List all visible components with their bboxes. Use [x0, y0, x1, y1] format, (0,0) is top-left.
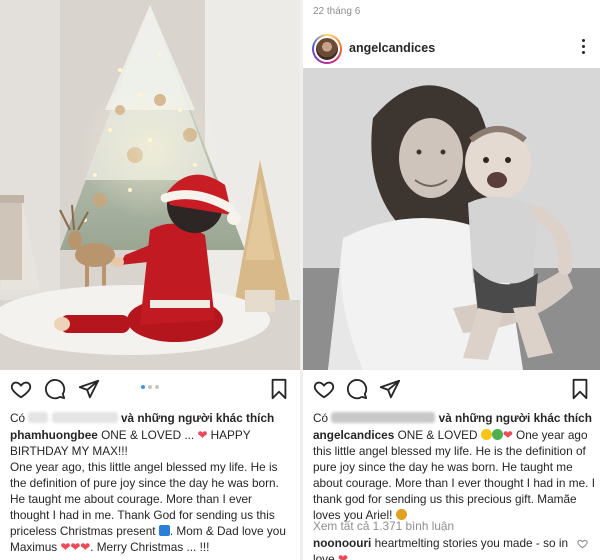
- blurred-avatar: [28, 412, 49, 423]
- carousel-dot-active: [141, 385, 145, 389]
- bookmark-icon[interactable]: [268, 378, 290, 400]
- view-all-comments-link[interactable]: Xem tất cả 1.371 bình luận: [313, 518, 595, 534]
- speech-bubble-icon[interactable]: [346, 378, 368, 400]
- caption-body: One year ago this little angel blessed m…: [313, 428, 595, 522]
- mother-baby-photo[interactable]: [303, 68, 600, 370]
- bookmark-icon[interactable]: [569, 378, 591, 400]
- liked-by-rest: và những người khác thích: [438, 411, 592, 425]
- post-header: angelcandices: [303, 28, 600, 68]
- christmas-scene-illustration: [0, 0, 300, 370]
- post-date: 22 tháng 6: [313, 6, 361, 17]
- paper-plane-icon[interactable]: [78, 378, 100, 400]
- vertical-dots-icon[interactable]: [580, 39, 586, 57]
- yellow-heart-emoji: [480, 429, 492, 440]
- liked-by-prefix: Có: [10, 411, 26, 425]
- carousel-dot: [148, 385, 152, 389]
- christmas-tree-photo[interactable]: [0, 0, 300, 370]
- left-action-bar: [0, 372, 300, 404]
- heart-outline-icon[interactable]: [313, 378, 335, 400]
- caption-username[interactable]: angelcandices: [313, 428, 394, 442]
- blurred-username: [51, 412, 118, 423]
- right-action-bar: [303, 372, 600, 404]
- right-post: 22 tháng 6 angelcandices Có và những ngư…: [303, 0, 600, 560]
- blurred-username: [331, 412, 436, 423]
- gift-emoji: [158, 525, 170, 536]
- caption-text1: ONE & LOVED: [397, 428, 478, 442]
- heart-outline-icon[interactable]: [10, 378, 32, 400]
- green-heart-emoji: [491, 429, 503, 440]
- comment-like-heart-icon[interactable]: [577, 538, 588, 549]
- caption: angelcandices ONE & LOVED ❤ One year ago…: [313, 427, 595, 523]
- caption-line4: Merry Christmas ... !!!: [96, 540, 210, 554]
- carousel-dot: [155, 385, 159, 389]
- caption-line1: ONE & LOVED ...: [101, 428, 195, 442]
- comment-username[interactable]: noonoouri: [313, 536, 371, 550]
- red-heart-emoji: ❤: [502, 428, 513, 442]
- mother-baby-illustration: [303, 68, 600, 370]
- paper-plane-icon[interactable]: [379, 378, 401, 400]
- caption: phamhuongbee ONE & LOVED ... ❤ HAPPY BIR…: [10, 428, 286, 554]
- avatar[interactable]: [312, 34, 342, 64]
- liked-by-line[interactable]: Có và những người khác thích: [313, 410, 595, 426]
- carousel-dots[interactable]: [141, 385, 159, 391]
- comment-row: noonoouri heartmelting stories you made …: [313, 535, 573, 560]
- liked-by-prefix: Có: [313, 411, 329, 425]
- liked-by-rest: và những người khác thích: [120, 411, 275, 425]
- header-username[interactable]: angelcandices: [349, 41, 435, 55]
- liked-by-line[interactable]: Có và những người khác thích: [10, 410, 292, 426]
- red-heart-emoji: ❤: [197, 428, 208, 442]
- speech-bubble-icon[interactable]: [44, 378, 66, 400]
- three-hearts-emoji: ❤❤❤: [60, 540, 91, 554]
- red-heart-emoji: ❤: [337, 552, 348, 560]
- caption-username[interactable]: phamhuongbee: [10, 428, 98, 442]
- left-post: Có và những người khác thích phamhuongbe…: [0, 0, 300, 560]
